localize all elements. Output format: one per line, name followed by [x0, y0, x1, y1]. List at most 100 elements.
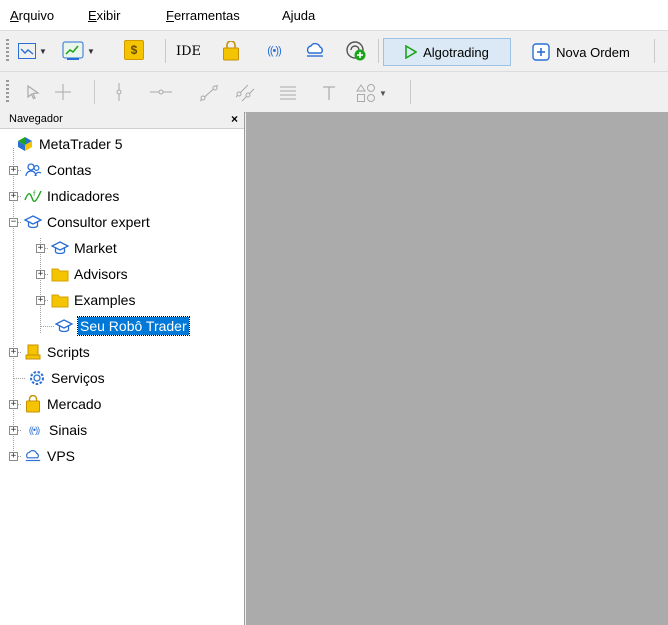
tree-item-metatrader5[interactable]: MetaTrader 5 — [16, 131, 123, 157]
expand-icon[interactable]: + — [36, 270, 45, 279]
ide-label: IDE — [176, 43, 202, 59]
tree-item-servicos[interactable]: Serviços — [28, 365, 105, 391]
tree-item-label: Indicadores — [47, 188, 120, 204]
tree-item-label: Seu Robô Trader — [77, 316, 190, 336]
toolbar-grip[interactable] — [6, 80, 9, 104]
tree-item-seu-robo-trader[interactable]: Seu Robô Trader — [55, 313, 190, 339]
vertical-line-tool[interactable] — [108, 82, 130, 102]
tree-item-advisors[interactable]: Advisors — [51, 261, 128, 287]
svg-text:f: f — [33, 190, 36, 198]
tree-item-mercado[interactable]: Mercado — [24, 391, 101, 417]
chart-type-button[interactable]: ▼ — [18, 40, 47, 62]
menu-ajuda[interactable]: Ajuda — [282, 8, 315, 23]
expand-icon[interactable]: + — [9, 192, 18, 201]
service-gear-icon — [28, 369, 46, 387]
expand-icon[interactable]: + — [9, 400, 18, 409]
shopping-bag-icon — [24, 395, 42, 413]
expand-icon[interactable]: + — [9, 452, 18, 461]
chart-workspace[interactable] — [246, 112, 668, 625]
close-icon[interactable]: × — [231, 112, 238, 126]
expand-icon[interactable]: + — [36, 296, 45, 305]
tree-item-consultor-expert[interactable]: Consultor expert — [24, 209, 150, 235]
tree-item-scripts[interactable]: Scripts — [24, 339, 90, 365]
metatrader-logo-icon — [16, 135, 34, 153]
expand-icon[interactable]: + — [36, 244, 45, 253]
shapes-tool[interactable]: ▼ — [356, 82, 387, 104]
menu-exibir[interactable]: Exibir — [88, 8, 121, 23]
toolbar-separator — [94, 80, 95, 104]
channel-tool[interactable] — [232, 82, 258, 104]
broadcast-icon: ((•)) — [267, 45, 281, 57]
text-tool[interactable] — [318, 82, 340, 104]
toolbar-separator — [378, 39, 379, 63]
cloud-icon — [306, 42, 323, 57]
tree-item-label: Scripts — [47, 344, 90, 360]
graduation-cap-icon — [55, 317, 73, 335]
dollar-button[interactable]: $ — [124, 40, 144, 60]
trend-line-tool[interactable] — [196, 82, 222, 104]
ide-button[interactable]: IDE — [176, 40, 201, 62]
crosshair-tool[interactable] — [52, 82, 74, 102]
toolbar-separator — [165, 39, 166, 63]
main-toolbar: ▼ ▼ $ IDE ((•)) Algotrading Nova Ordem — [0, 30, 668, 71]
cursor-tool[interactable] — [22, 82, 44, 102]
add-community-button[interactable] — [344, 39, 368, 63]
menu-ferramentas[interactable]: Ferramentas — [166, 8, 240, 23]
trend-line-icon — [199, 84, 219, 102]
graduation-cap-icon — [51, 239, 69, 257]
tree-item-label: Sinais — [49, 422, 88, 438]
expand-icon[interactable]: + — [9, 348, 18, 357]
folder-icon — [51, 265, 69, 283]
shapes-icon — [356, 84, 375, 102]
fibonacci-icon — [280, 86, 296, 100]
signals-button[interactable]: ((•)) — [261, 40, 287, 62]
cloud-icon — [24, 447, 42, 465]
dollar-icon: $ — [130, 43, 138, 57]
shopping-bag-icon — [223, 41, 239, 61]
tree-line — [41, 326, 55, 327]
expand-icon[interactable]: + — [9, 166, 18, 175]
chart-window-icon — [62, 41, 84, 60]
chart-template-button[interactable]: ▼ — [62, 39, 95, 63]
navigator-title: Navegador — [9, 113, 63, 125]
cursor-icon — [27, 84, 40, 100]
horizontal-line-tool[interactable] — [148, 82, 174, 102]
tree-item-label: Mercado — [47, 396, 102, 412]
collapse-icon[interactable]: − — [9, 218, 18, 227]
vps-button[interactable] — [303, 40, 327, 62]
toolbar-separator — [654, 39, 655, 63]
folder-icon — [51, 291, 69, 309]
toolbar-grip[interactable] — [6, 39, 9, 63]
play-icon — [405, 45, 418, 59]
tree-item-vps[interactable]: VPS — [24, 443, 75, 469]
tree-item-sinais[interactable]: ((•)) Sinais — [24, 417, 87, 443]
new-order-icon — [532, 43, 550, 61]
menu-bar: Arquivo Exibir Ferramentas Ajuda — [0, 0, 668, 30]
navigator-panel: Navegador × MetaTrader 5 + Contas + f In… — [0, 112, 245, 625]
menu-arquivo[interactable]: Arquivo — [10, 8, 54, 23]
horizontal-line-icon — [150, 89, 172, 95]
tree-line — [14, 378, 26, 379]
tree-item-label: MetaTrader 5 — [39, 136, 123, 152]
tree-item-label: Consultor expert — [47, 214, 150, 230]
tree-item-label: Advisors — [74, 266, 128, 282]
fibonacci-tool[interactable] — [276, 82, 300, 104]
accounts-icon — [24, 161, 42, 179]
tree-item-examples[interactable]: Examples — [51, 287, 135, 313]
market-bag-button[interactable] — [220, 39, 242, 63]
nova-ordem-button[interactable]: Nova Ordem — [518, 38, 644, 66]
tree-item-label: Examples — [74, 292, 136, 308]
chevron-down-icon: ▼ — [87, 46, 95, 56]
tree-item-indicadores[interactable]: f Indicadores — [24, 183, 119, 209]
drawing-toolbar: ▼ — [0, 71, 668, 113]
community-add-icon — [346, 41, 366, 61]
tree-item-market[interactable]: Market — [51, 235, 117, 261]
indicator-icon: f — [24, 187, 42, 205]
equidistant-channel-icon — [235, 84, 255, 102]
script-icon — [24, 343, 42, 361]
tree-item-contas[interactable]: Contas — [24, 157, 91, 183]
expand-icon[interactable]: + — [9, 426, 18, 435]
broadcast-icon: ((•)) — [28, 425, 40, 435]
tree-item-label: Market — [74, 240, 117, 256]
algotrading-button[interactable]: Algotrading — [383, 38, 511, 66]
